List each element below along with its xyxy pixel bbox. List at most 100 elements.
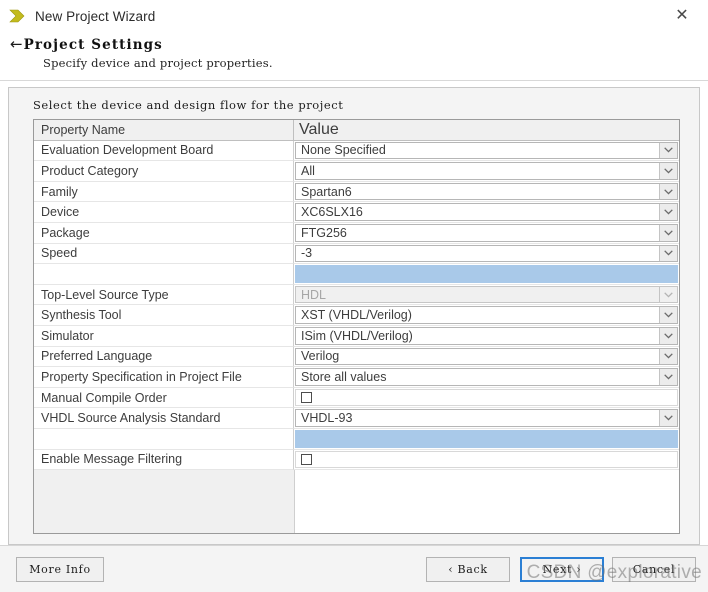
- title-bar: New Project Wizard ✕: [0, 0, 708, 32]
- table-row: Product Category All: [34, 161, 679, 182]
- back-button[interactable]: ‹ Back: [426, 556, 510, 582]
- value-dropdown[interactable]: -3: [295, 244, 678, 263]
- property-name-cell: VHDL Source Analysis Standard: [34, 408, 294, 429]
- value-dropdown[interactable]: XST (VHDL/Verilog): [295, 306, 678, 324]
- chevron-down-icon[interactable]: [659, 369, 677, 385]
- property-value-cell: XC6SLX16: [294, 202, 679, 223]
- property-grid: Property Name Value Evaluation Developme…: [33, 119, 680, 534]
- window-title: New Project Wizard: [35, 8, 156, 24]
- property-value-cell: [294, 387, 679, 409]
- property-name-cell: Package: [34, 222, 294, 244]
- value-text: -3: [301, 246, 313, 261]
- checkbox[interactable]: [301, 453, 312, 465]
- chevron-down-icon[interactable]: [659, 410, 677, 426]
- cancel-button[interactable]: Cancel: [612, 556, 696, 582]
- chevron-down-icon: [659, 286, 677, 303]
- checkbox-cell[interactable]: [295, 388, 678, 407]
- property-value-cell: [294, 264, 679, 285]
- header-divider: [0, 80, 708, 81]
- value-dropdown[interactable]: None Specified: [295, 141, 678, 160]
- chevron-down-icon[interactable]: [659, 204, 677, 220]
- property-value-cell: FTG256: [294, 222, 679, 244]
- value-dropdown[interactable]: ISim (VHDL/Verilog): [295, 326, 678, 345]
- property-name-cell: Simulator: [34, 325, 294, 347]
- value-text: Verilog: [301, 349, 340, 364]
- property-name-cell: Property Specification in Project File: [34, 367, 294, 388]
- value-text: XC6SLX16: [301, 205, 363, 220]
- property-value-cell: HDL: [294, 284, 679, 306]
- property-grid-body: Property Name Value Evaluation Developme…: [34, 120, 679, 471]
- property-name-cell: [34, 264, 294, 285]
- page-subtitle: Specify device and project properties.: [43, 56, 273, 70]
- property-name-cell: Device: [34, 202, 294, 223]
- property-name-cell: [34, 428, 294, 450]
- property-value-cell: Spartan6: [294, 181, 679, 203]
- back-arrow-icon[interactable]: ←: [10, 37, 23, 52]
- chevron-down-icon[interactable]: [659, 327, 677, 344]
- checkbox[interactable]: [301, 392, 312, 404]
- table-row: Family Spartan6: [34, 181, 679, 203]
- property-name-cell: Manual Compile Order: [34, 387, 294, 409]
- value-text: Store all values: [301, 369, 387, 384]
- table-row: Device XC6SLX16: [34, 202, 679, 223]
- table-row: Evaluation Development Board None Specifi…: [34, 140, 679, 162]
- value-text: ISim (VHDL/Verilog): [301, 328, 413, 343]
- table-row: [34, 264, 679, 285]
- property-value-cell: None Specified: [294, 140, 679, 162]
- value-dropdown[interactable]: XC6SLX16: [295, 203, 678, 221]
- selected-row-highlight[interactable]: [295, 429, 678, 448]
- table-row: Synthesis Tool XST (VHDL/Verilog): [34, 305, 679, 326]
- chevron-down-icon[interactable]: [659, 307, 677, 323]
- property-name-cell: Enable Message Filtering: [34, 449, 294, 471]
- table-row: VHDL Source Analysis Standard VHDL-93: [34, 408, 679, 429]
- property-name-cell: Top-Level Source Type: [34, 284, 294, 306]
- value-dropdown[interactable]: All: [295, 162, 678, 180]
- chevron-down-icon[interactable]: [659, 142, 677, 159]
- chevron-down-icon[interactable]: [659, 245, 677, 262]
- property-value-cell: -3: [294, 243, 679, 265]
- property-value-cell: Verilog: [294, 346, 679, 368]
- property-value-cell: [294, 428, 679, 450]
- grid-empty-area: [34, 470, 679, 533]
- chevron-down-icon[interactable]: [659, 163, 677, 179]
- value-dropdown[interactable]: Store all values: [295, 368, 678, 386]
- checkbox-cell[interactable]: [295, 450, 678, 469]
- more-info-button[interactable]: More Info: [16, 556, 104, 582]
- property-name-cell: Synthesis Tool: [34, 305, 294, 326]
- table-row: Enable Message Filtering: [34, 449, 679, 471]
- table-row: Package FTG256: [34, 222, 679, 244]
- property-name-cell: Preferred Language: [34, 346, 294, 368]
- table-row: Manual Compile Order: [34, 387, 679, 409]
- selected-row-highlight[interactable]: [295, 265, 678, 283]
- next-button[interactable]: Next ›: [520, 556, 604, 582]
- chevron-down-icon[interactable]: [659, 224, 677, 241]
- close-icon[interactable]: ✕: [662, 0, 702, 32]
- property-value-cell: [294, 449, 679, 471]
- footer-button-bar: More Info ‹ Back Next › Cancel CSDN @exp…: [0, 545, 708, 592]
- value-text: HDL: [301, 287, 327, 302]
- value-dropdown[interactable]: Verilog: [295, 347, 678, 366]
- value-dropdown[interactable]: VHDL-93: [295, 409, 678, 427]
- table-row: Top-Level Source Type HDL: [34, 284, 679, 306]
- property-value-cell: ISim (VHDL/Verilog): [294, 325, 679, 347]
- table-row: Simulator ISim (VHDL/Verilog): [34, 325, 679, 347]
- table-header-row: Property Name Value: [34, 120, 679, 141]
- chevron-down-icon[interactable]: [659, 183, 677, 200]
- property-name-cell: Speed: [34, 243, 294, 265]
- new-project-wizard-window: New Project Wizard ✕ ← Project Settings …: [0, 0, 708, 592]
- grid-empty-right: [295, 470, 679, 533]
- chevron-down-icon[interactable]: [659, 348, 677, 365]
- property-name-cell: Product Category: [34, 161, 294, 182]
- property-value-cell: XST (VHDL/Verilog): [294, 305, 679, 326]
- property-value-cell: VHDL-93: [294, 408, 679, 429]
- value-text: VHDL-93: [301, 411, 353, 426]
- value-dropdown[interactable]: FTG256: [295, 223, 678, 242]
- property-value-cell: Store all values: [294, 367, 679, 388]
- table-row: Property Specification in Project File St…: [34, 367, 679, 388]
- column-header-property-name: Property Name: [34, 120, 294, 141]
- value-dropdown[interactable]: Spartan6: [295, 182, 678, 201]
- value-dropdown: HDL: [295, 285, 678, 304]
- column-header-value: Value: [294, 120, 679, 141]
- value-text: FTG256: [301, 225, 347, 240]
- value-text: Spartan6: [301, 184, 352, 199]
